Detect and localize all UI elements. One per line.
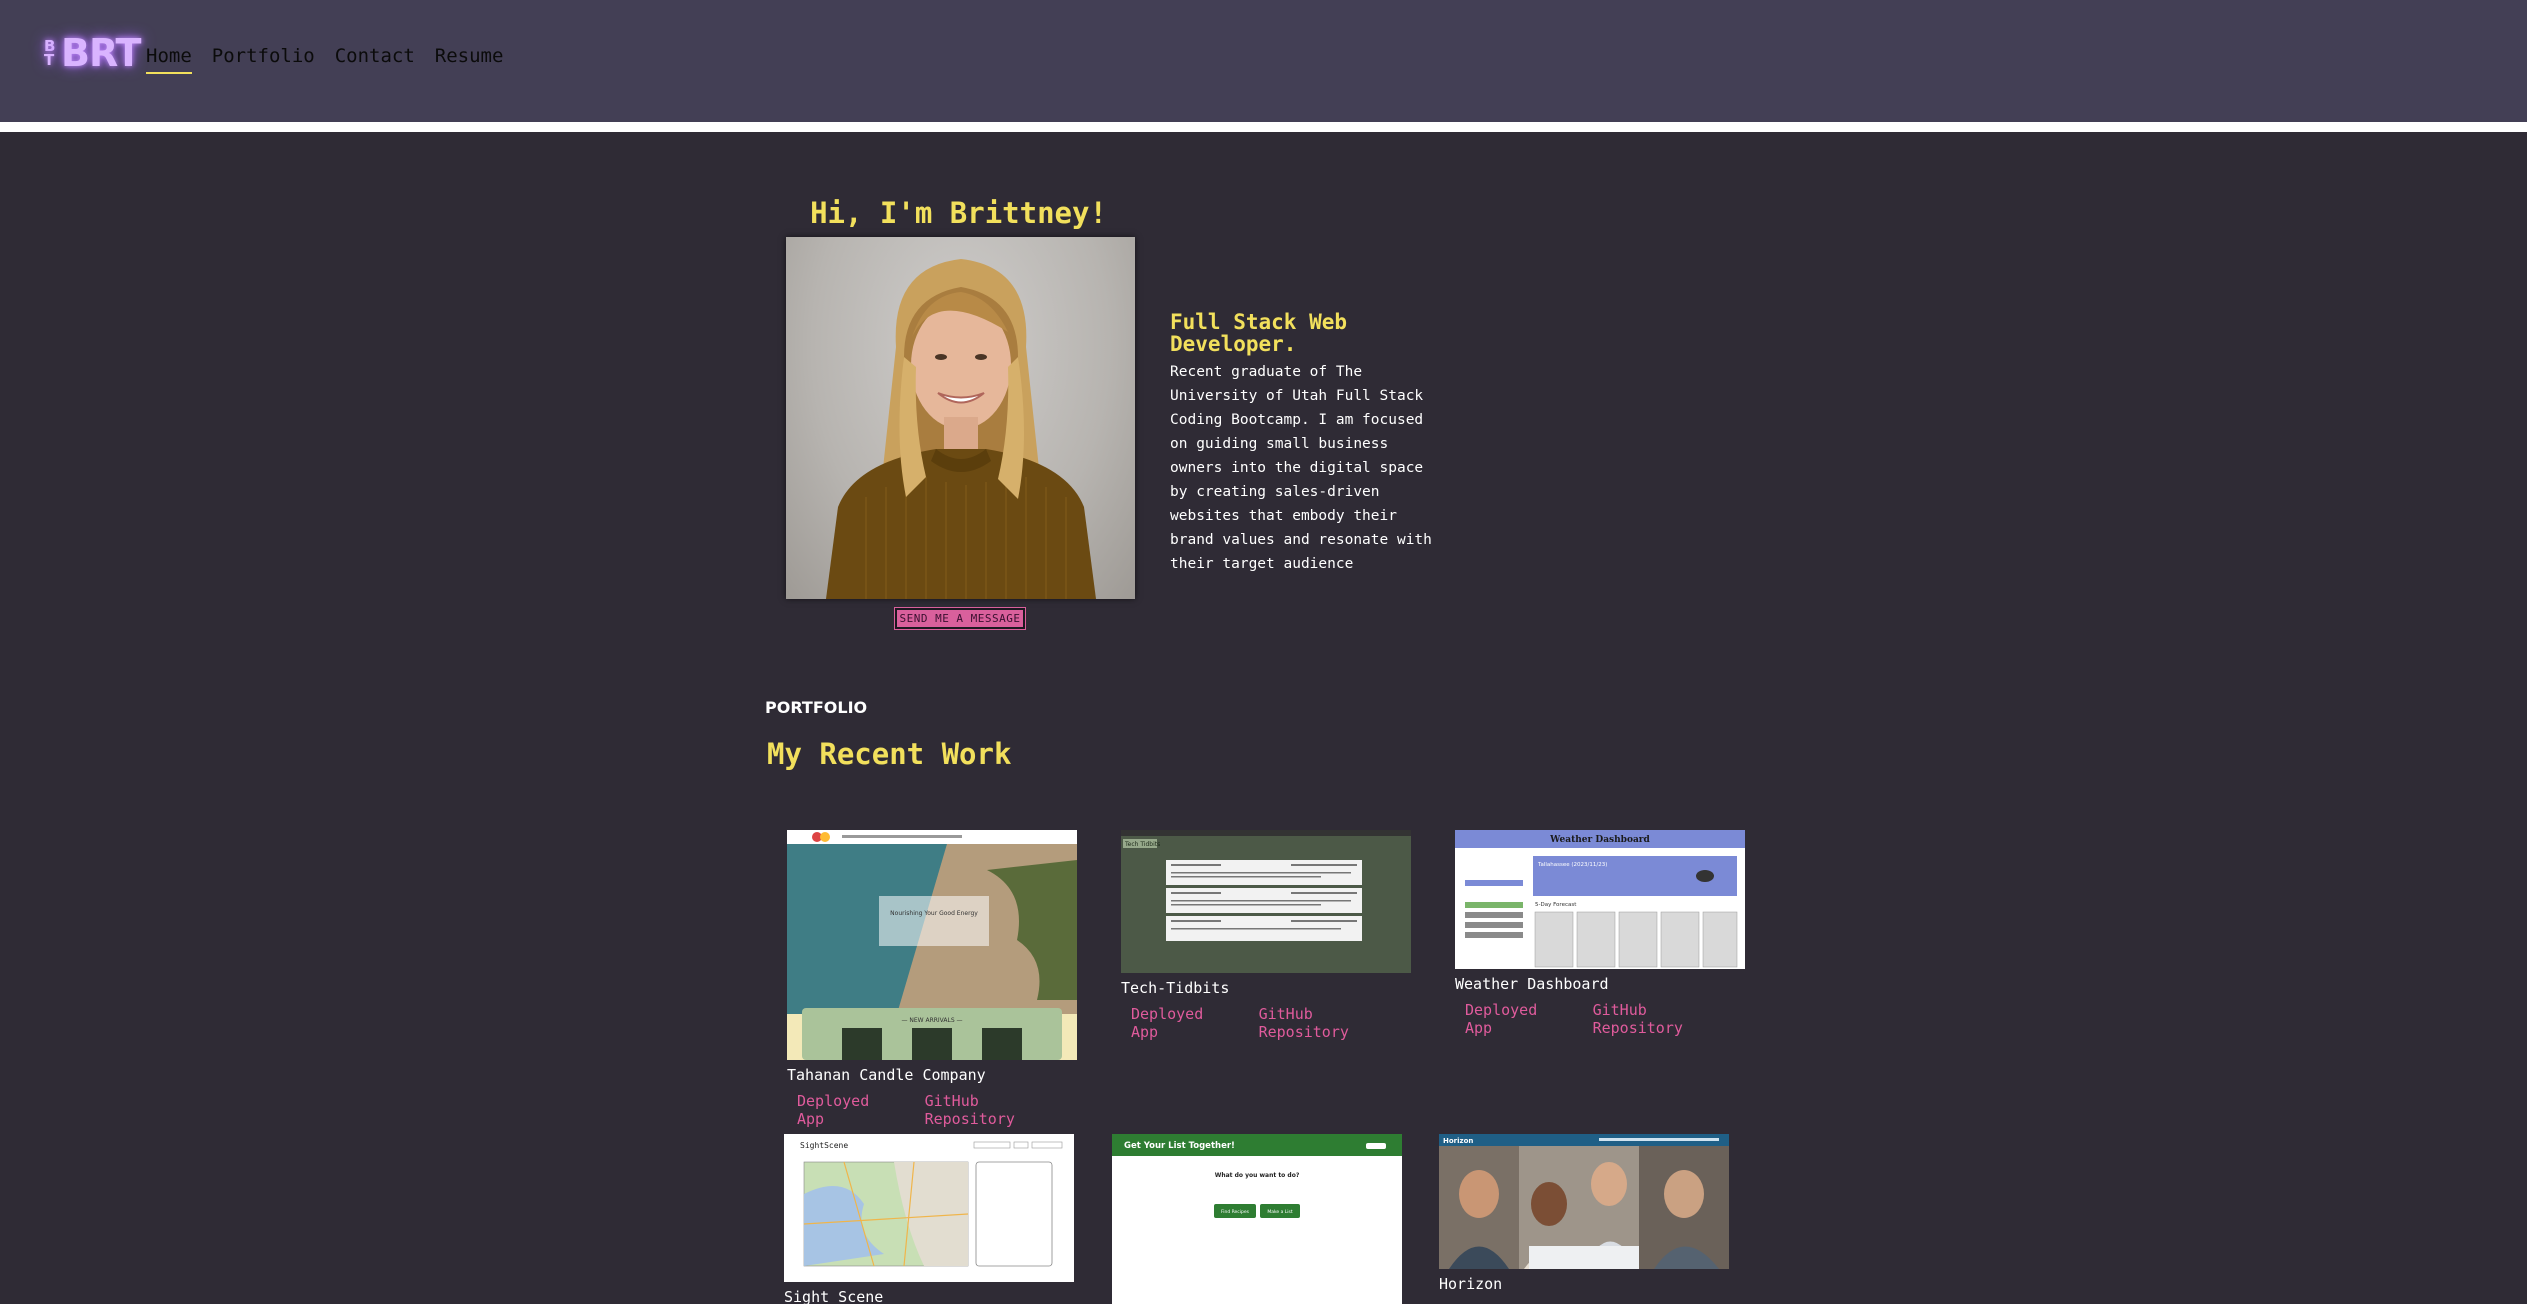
shot-text: Make a List <box>1267 1209 1293 1215</box>
site-header: BT BRT Home Portfolio Contact Resume <box>0 0 2527 122</box>
shot-text: Nourishing Your Good Energy <box>890 910 978 917</box>
project-screenshot[interactable]: Horizon <box>1439 1134 1729 1269</box>
role-heading: Full Stack Web Developer. <box>1170 310 1348 356</box>
project-name: Tech-Tidbits <box>1121 979 1230 997</box>
main-nav: Home Portfolio Contact Resume <box>146 45 503 74</box>
project-name: Weather Dashboard <box>1455 975 1609 993</box>
recent-work-heading: My Recent Work <box>767 737 1012 771</box>
profile-photo <box>786 237 1135 599</box>
nav-contact[interactable]: Contact <box>335 45 415 74</box>
shot-text: 5-Day Forecast <box>1535 902 1577 908</box>
github-repo-link[interactable]: GitHub Repository <box>1593 1001 1745 1037</box>
project-name: Tahanan Candle Company <box>787 1066 986 1084</box>
shot-text: — NEW ARRIVALS — <box>901 1017 962 1024</box>
project-screenshot[interactable]: Nourishing Your Good Energy — NEW ARRIVA… <box>787 830 1077 1060</box>
shot-text: What do you want to do? <box>1215 1172 1300 1179</box>
shot-text: Get Your List Together! <box>1124 1141 1235 1151</box>
greeting-heading: Hi, I'm Brittney! <box>810 196 1107 230</box>
brand-logo[interactable]: BT BRT <box>44 30 141 76</box>
project-card-tahanan: Nourishing Your Good Energy — NEW ARRIVA… <box>787 830 1077 1128</box>
send-message-button[interactable]: SEND ME A MESSAGE <box>894 607 1026 630</box>
shot-text: Find Recipes <box>1221 1209 1250 1215</box>
github-repo-link[interactable]: GitHub Repository <box>925 1092 1077 1128</box>
nav-resume[interactable]: Resume <box>435 45 504 74</box>
project-links: Deployed App GitHub Repository <box>1455 1001 1745 1037</box>
logo-main-text: BRT <box>61 31 141 75</box>
shot-text: Horizon <box>1443 1137 1473 1145</box>
nav-portfolio[interactable]: Portfolio <box>212 45 315 74</box>
project-links: Deployed App GitHub Repository <box>787 1092 1077 1128</box>
project-card-tech-tidbits: Tech Tidbits Tech-Tidbits Deployed App G… <box>1121 830 1411 1041</box>
shot-text: Tech Tidbits <box>1124 841 1160 848</box>
project-name: Sight Scene <box>784 1288 884 1304</box>
bio-text: Recent graduate of The University of Uta… <box>1170 364 1432 572</box>
project-screenshot[interactable]: Weather Dashboard Tallahassee (2023/11/2… <box>1455 830 1745 969</box>
deployed-app-link[interactable]: Deployed App <box>1465 1001 1573 1037</box>
project-card-sight-scene: SightScene Sight Scene <box>784 1134 1074 1304</box>
header-divider <box>0 122 2527 132</box>
project-name: Horizon <box>1439 1275 1503 1293</box>
logo-small-text: BT <box>44 37 56 69</box>
shot-text: Tallahassee (2023/11/23) <box>1537 862 1607 868</box>
project-links: Deployed App GitHub Repository <box>1121 1005 1411 1041</box>
shot-text: SightScene <box>800 1141 848 1150</box>
project-card-list-together: Get Your List Together! What do you want… <box>1112 1134 1402 1304</box>
portfolio-eyebrow: PORTFOLIO <box>765 698 868 717</box>
project-screenshot[interactable]: SightScene <box>784 1134 1074 1282</box>
deployed-app-link[interactable]: Deployed App <box>1131 1005 1239 1041</box>
github-repo-link[interactable]: GitHub Repository <box>1259 1005 1411 1041</box>
project-card-horizon: Horizon Horizon <box>1439 1134 1729 1293</box>
about-section: Full Stack Web Developer. Recent graduat… <box>1170 311 1440 576</box>
shot-text: Weather Dashboard <box>1549 835 1650 845</box>
project-card-weather-dashboard: Weather Dashboard Tallahassee (2023/11/2… <box>1455 830 1745 1037</box>
project-screenshot[interactable]: Get Your List Together! What do you want… <box>1112 1134 1402 1304</box>
deployed-app-link[interactable]: Deployed App <box>797 1092 905 1128</box>
project-screenshot[interactable]: Tech Tidbits <box>1121 830 1411 973</box>
nav-home[interactable]: Home <box>146 45 192 74</box>
